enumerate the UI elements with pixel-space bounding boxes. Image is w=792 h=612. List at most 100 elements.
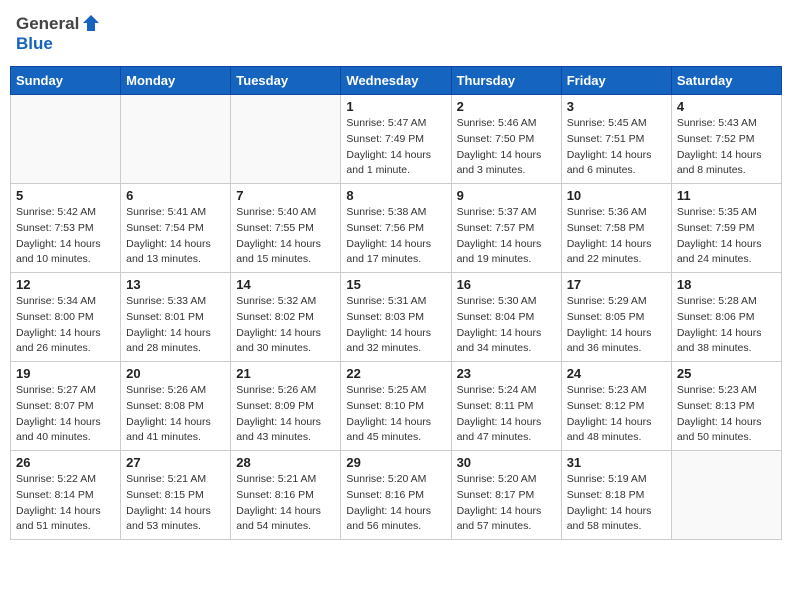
day-number: 23 (457, 366, 556, 381)
calendar-cell: 20Sunrise: 5:26 AM Sunset: 8:08 PM Dayli… (121, 362, 231, 451)
day-number: 17 (567, 277, 666, 292)
day-info: Sunrise: 5:23 AM Sunset: 8:12 PM Dayligh… (567, 383, 666, 446)
day-info: Sunrise: 5:38 AM Sunset: 7:56 PM Dayligh… (346, 205, 445, 268)
weekday-monday: Monday (121, 67, 231, 95)
day-number: 19 (16, 366, 115, 381)
day-info: Sunrise: 5:47 AM Sunset: 7:49 PM Dayligh… (346, 116, 445, 179)
day-number: 4 (677, 99, 776, 114)
logo-icon (81, 13, 101, 33)
day-info: Sunrise: 5:36 AM Sunset: 7:58 PM Dayligh… (567, 205, 666, 268)
logo-general: General (16, 14, 79, 34)
day-number: 16 (457, 277, 556, 292)
calendar-cell: 4 Sunrise: 5:43 AM Sunset: 7:52 PM Daylig… (671, 95, 781, 184)
day-number: 1 (346, 99, 445, 114)
calendar-cell: 5 Sunrise: 5:42 AM Sunset: 7:53 PM Daylig… (11, 184, 121, 273)
weekday-friday: Friday (561, 67, 671, 95)
day-number: 22 (346, 366, 445, 381)
page-header: General Blue (10, 10, 782, 58)
calendar-cell: 10 Sunrise: 5:36 AM Sunset: 7:58 PM Dayli… (561, 184, 671, 273)
day-info: Sunrise: 5:24 AM Sunset: 8:11 PM Dayligh… (457, 383, 556, 446)
calendar-cell: 18Sunrise: 5:28 AM Sunset: 8:06 PM Dayli… (671, 273, 781, 362)
calendar-cell (231, 95, 341, 184)
calendar-cell (121, 95, 231, 184)
logo: General Blue (16, 14, 101, 54)
day-info: Sunrise: 5:31 AM Sunset: 8:03 PM Dayligh… (346, 294, 445, 357)
calendar-cell (671, 451, 781, 540)
calendar-cell: 7Sunrise: 5:40 AM Sunset: 7:55 PM Daylig… (231, 184, 341, 273)
calendar-cell: 29 Sunrise: 5:20 AM Sunset: 8:16 PM Dayli… (341, 451, 451, 540)
day-info: Sunrise: 5:37 AM Sunset: 7:57 PM Dayligh… (457, 205, 556, 268)
calendar-cell: 12Sunrise: 5:34 AM Sunset: 8:00 PM Dayli… (11, 273, 121, 362)
day-info: Sunrise: 5:21 AM Sunset: 8:15 PM Dayligh… (126, 472, 225, 535)
day-info: Sunrise: 5:34 AM Sunset: 8:00 PM Dayligh… (16, 294, 115, 357)
day-info: Sunrise: 5:22 AM Sunset: 8:14 PM Dayligh… (16, 472, 115, 535)
day-info: Sunrise: 5:33 AM Sunset: 8:01 PM Dayligh… (126, 294, 225, 357)
calendar-cell: 30Sunrise: 5:20 AM Sunset: 8:17 PM Dayli… (451, 451, 561, 540)
day-info: Sunrise: 5:43 AM Sunset: 7:52 PM Dayligh… (677, 116, 776, 179)
day-number: 5 (16, 188, 115, 203)
calendar-cell: 14 Sunrise: 5:32 AM Sunset: 8:02 PM Dayli… (231, 273, 341, 362)
day-number: 26 (16, 455, 115, 470)
calendar-cell: 9 Sunrise: 5:37 AM Sunset: 7:57 PM Daylig… (451, 184, 561, 273)
calendar-cell: 19 Sunrise: 5:27 AM Sunset: 8:07 PM Dayli… (11, 362, 121, 451)
day-number: 31 (567, 455, 666, 470)
day-info: Sunrise: 5:46 AM Sunset: 7:50 PM Dayligh… (457, 116, 556, 179)
day-info: Sunrise: 5:35 AM Sunset: 7:59 PM Dayligh… (677, 205, 776, 268)
day-number: 10 (567, 188, 666, 203)
week-row-2: 5 Sunrise: 5:42 AM Sunset: 7:53 PM Daylig… (11, 184, 782, 273)
day-info: Sunrise: 5:26 AM Sunset: 8:08 PM Dayligh… (126, 383, 225, 446)
day-number: 3 (567, 99, 666, 114)
calendar-cell: 26 Sunrise: 5:22 AM Sunset: 8:14 PM Dayli… (11, 451, 121, 540)
calendar-cell: 15Sunrise: 5:31 AM Sunset: 8:03 PM Dayli… (341, 273, 451, 362)
day-number: 13 (126, 277, 225, 292)
calendar-cell: 16 Sunrise: 5:30 AM Sunset: 8:04 PM Dayli… (451, 273, 561, 362)
weekday-thursday: Thursday (451, 67, 561, 95)
calendar-cell: 31 Sunrise: 5:19 AM Sunset: 8:18 PM Dayli… (561, 451, 671, 540)
day-number: 21 (236, 366, 335, 381)
calendar-cell: 25Sunrise: 5:23 AM Sunset: 8:13 PM Dayli… (671, 362, 781, 451)
day-info: Sunrise: 5:40 AM Sunset: 7:55 PM Dayligh… (236, 205, 335, 268)
weekday-header-row: SundayMondayTuesdayWednesdayThursdayFrid… (11, 67, 782, 95)
week-row-3: 12Sunrise: 5:34 AM Sunset: 8:00 PM Dayli… (11, 273, 782, 362)
day-info: Sunrise: 5:29 AM Sunset: 8:05 PM Dayligh… (567, 294, 666, 357)
day-number: 29 (346, 455, 445, 470)
day-number: 30 (457, 455, 556, 470)
day-info: Sunrise: 5:42 AM Sunset: 7:53 PM Dayligh… (16, 205, 115, 268)
day-info: Sunrise: 5:27 AM Sunset: 8:07 PM Dayligh… (16, 383, 115, 446)
calendar-cell: 6Sunrise: 5:41 AM Sunset: 7:54 PM Daylig… (121, 184, 231, 273)
weekday-saturday: Saturday (671, 67, 781, 95)
day-info: Sunrise: 5:19 AM Sunset: 8:18 PM Dayligh… (567, 472, 666, 535)
day-number: 6 (126, 188, 225, 203)
calendar-cell: 1 Sunrise: 5:47 AM Sunset: 7:49 PM Daylig… (341, 95, 451, 184)
day-info: Sunrise: 5:45 AM Sunset: 7:51 PM Dayligh… (567, 116, 666, 179)
day-info: Sunrise: 5:20 AM Sunset: 8:16 PM Dayligh… (346, 472, 445, 535)
day-number: 27 (126, 455, 225, 470)
calendar-cell: 2Sunrise: 5:46 AM Sunset: 7:50 PM Daylig… (451, 95, 561, 184)
calendar-cell: 23 Sunrise: 5:24 AM Sunset: 8:11 PM Dayli… (451, 362, 561, 451)
week-row-1: 1 Sunrise: 5:47 AM Sunset: 7:49 PM Daylig… (11, 95, 782, 184)
day-info: Sunrise: 5:32 AM Sunset: 8:02 PM Dayligh… (236, 294, 335, 357)
day-info: Sunrise: 5:30 AM Sunset: 8:04 PM Dayligh… (457, 294, 556, 357)
day-number: 28 (236, 455, 335, 470)
day-info: Sunrise: 5:28 AM Sunset: 8:06 PM Dayligh… (677, 294, 776, 357)
day-info: Sunrise: 5:25 AM Sunset: 8:10 PM Dayligh… (346, 383, 445, 446)
calendar-cell: 28 Sunrise: 5:21 AM Sunset: 8:16 PM Dayli… (231, 451, 341, 540)
calendar-cell: 22 Sunrise: 5:25 AM Sunset: 8:10 PM Dayli… (341, 362, 451, 451)
calendar-cell: 24 Sunrise: 5:23 AM Sunset: 8:12 PM Dayli… (561, 362, 671, 451)
calendar-cell: 8 Sunrise: 5:38 AM Sunset: 7:56 PM Daylig… (341, 184, 451, 273)
day-number: 14 (236, 277, 335, 292)
calendar-cell: 11 Sunrise: 5:35 AM Sunset: 7:59 PM Dayli… (671, 184, 781, 273)
day-number: 9 (457, 188, 556, 203)
week-row-5: 26 Sunrise: 5:22 AM Sunset: 8:14 PM Dayli… (11, 451, 782, 540)
day-number: 24 (567, 366, 666, 381)
calendar-cell: 21Sunrise: 5:26 AM Sunset: 8:09 PM Dayli… (231, 362, 341, 451)
day-info: Sunrise: 5:21 AM Sunset: 8:16 PM Dayligh… (236, 472, 335, 535)
day-number: 25 (677, 366, 776, 381)
week-row-4: 19 Sunrise: 5:27 AM Sunset: 8:07 PM Dayli… (11, 362, 782, 451)
calendar-cell: 3 Sunrise: 5:45 AM Sunset: 7:51 PM Daylig… (561, 95, 671, 184)
day-number: 8 (346, 188, 445, 203)
calendar-cell: 17 Sunrise: 5:29 AM Sunset: 8:05 PM Dayli… (561, 273, 671, 362)
calendar-cell: 13 Sunrise: 5:33 AM Sunset: 8:01 PM Dayli… (121, 273, 231, 362)
day-number: 11 (677, 188, 776, 203)
calendar-cell: 27 Sunrise: 5:21 AM Sunset: 8:15 PM Dayli… (121, 451, 231, 540)
